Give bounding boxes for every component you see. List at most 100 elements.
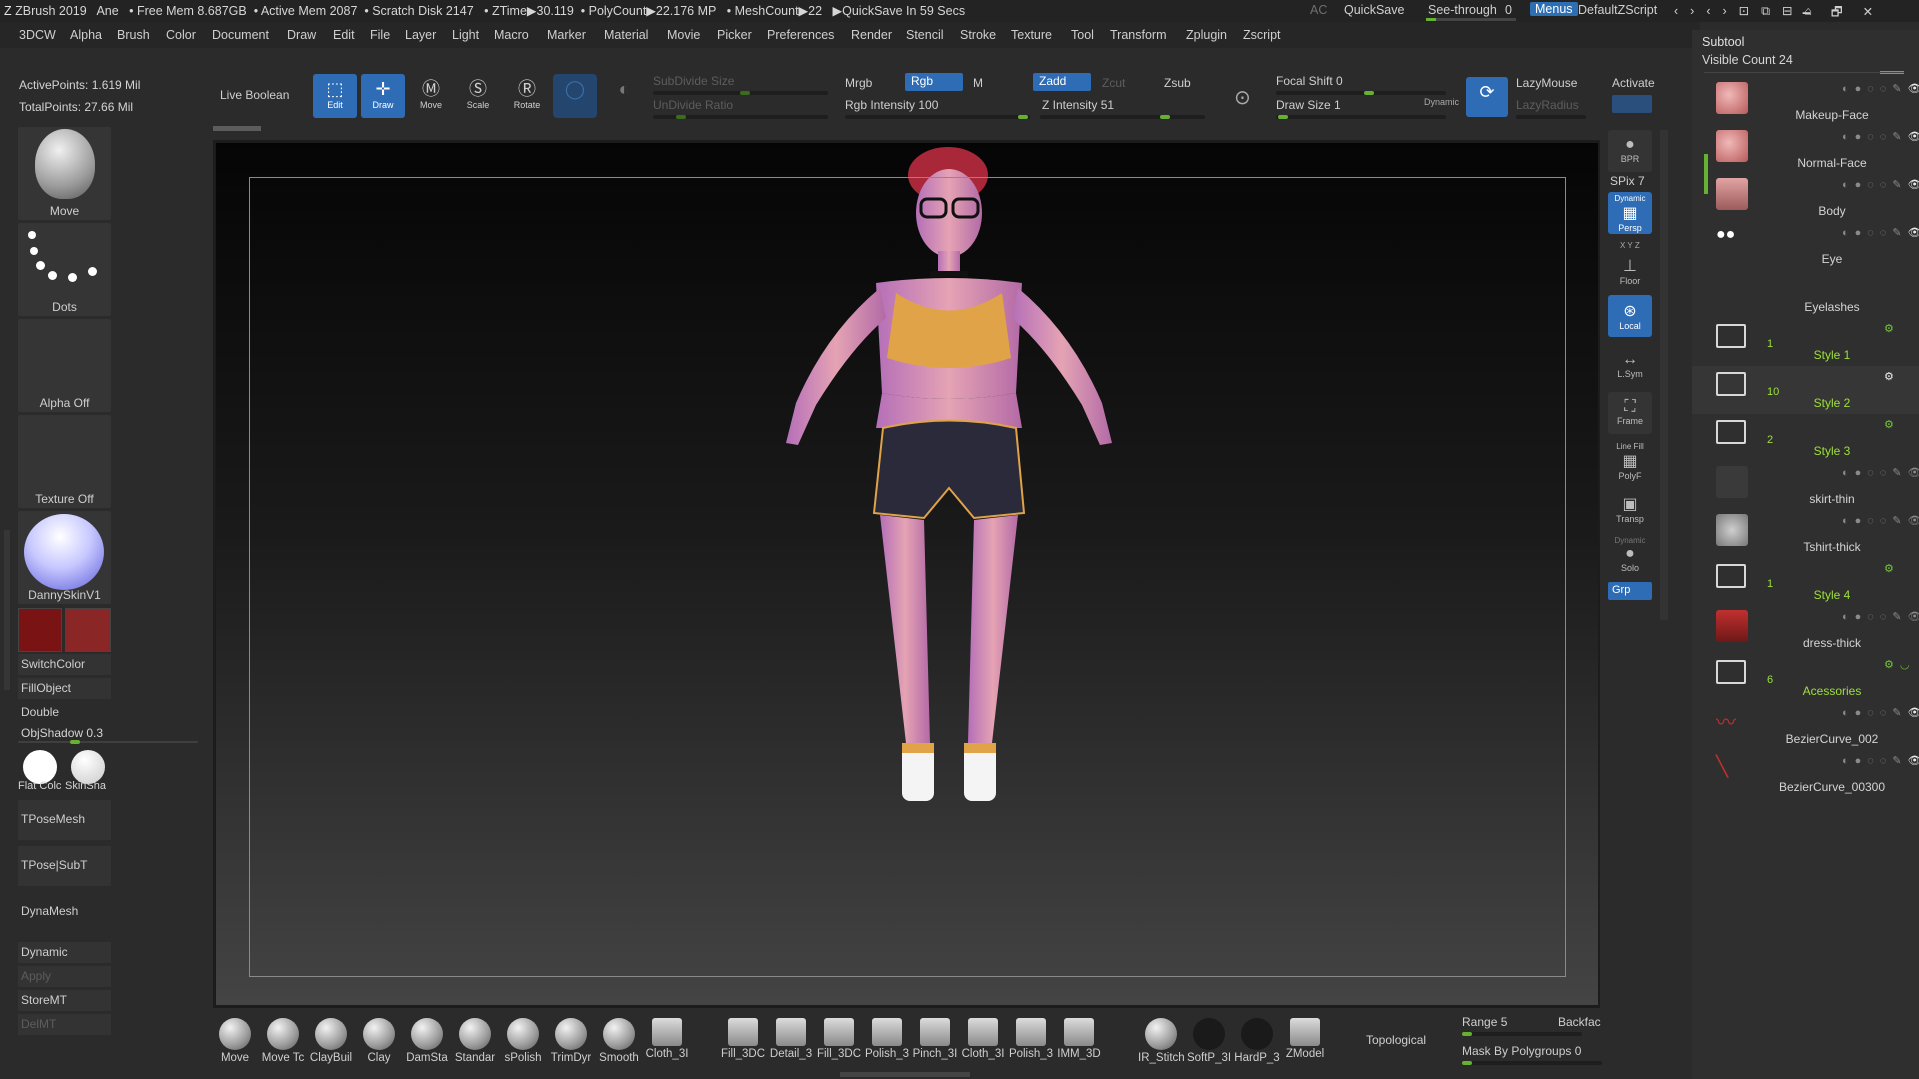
objshadow-slider[interactable] <box>18 741 198 743</box>
menu-stroke[interactable]: Stroke <box>960 28 996 42</box>
frame-button[interactable]: ⛶ Frame <box>1608 392 1652 434</box>
focal-shift-label[interactable]: Focal Shift 0 <box>1276 74 1343 88</box>
draw-button[interactable]: ✛ Draw <box>361 74 405 118</box>
brush-claybuildup[interactable]: ClayBuil <box>308 1018 354 1068</box>
subtool-item[interactable]: Eyelashes <box>1692 270 1919 318</box>
persp-button[interactable]: Dynamic ▦ Persp <box>1608 192 1652 234</box>
mask-by-polygroups-label[interactable]: Mask By Polygroups 0 <box>1462 1044 1581 1058</box>
brush-zmodeler[interactable]: ZModel <box>1282 1018 1328 1068</box>
apply-button[interactable]: Apply <box>18 966 111 987</box>
brush-spolish[interactable]: sPolish <box>500 1018 546 1068</box>
subtool-folder[interactable]: 10 ⚙ Style 2 <box>1692 366 1919 414</box>
lazyradius-label[interactable]: LazyRadius <box>1516 98 1579 112</box>
flat-color-material-icon[interactable] <box>23 750 57 784</box>
subtool-controls[interactable]: ◐●◌◌✎👁 <box>1842 754 1919 767</box>
fillobject-button[interactable]: FillObject <box>18 678 111 699</box>
mask-by-polygroups-slider[interactable] <box>1462 1061 1602 1065</box>
texture-picker[interactable]: Texture Off <box>18 415 111 508</box>
range-slider[interactable] <box>1462 1032 1582 1036</box>
menu-edit[interactable]: Edit <box>333 28 355 42</box>
brush-trimdynamic[interactable]: TrimDyr <box>548 1018 594 1068</box>
move-button[interactable]: Ⓜ Move <box>409 74 453 118</box>
draw-size-label[interactable]: Draw Size 1 <box>1276 98 1341 112</box>
left-tray-divider[interactable] <box>4 530 10 690</box>
live-boolean-button[interactable]: Live Boolean <box>220 88 289 102</box>
subtool-item[interactable]: 〰 ◐●◌◌✎👁 BezierCurve_002 <box>1692 702 1919 750</box>
undivide-ratio-label[interactable]: UnDivide Ratio <box>653 98 733 112</box>
menu-draw[interactable]: Draw <box>287 28 316 42</box>
brush-softp[interactable]: SoftP_3I <box>1186 1018 1232 1068</box>
brush-picker[interactable]: Move <box>18 127 111 220</box>
zadd-button[interactable]: Zadd <box>1033 73 1091 91</box>
subtool-folder[interactable]: 2 ⚙ Style 3 <box>1692 414 1919 462</box>
menu-document[interactable]: Document <box>212 28 269 42</box>
solo-button[interactable]: Dynamic ● Solo <box>1608 534 1652 576</box>
quicksave-button[interactable]: QuickSave <box>1344 3 1404 17</box>
activate-toggle[interactable] <box>1612 95 1652 113</box>
menu-movie[interactable]: Movie <box>667 28 700 42</box>
lazyradius-slider[interactable] <box>1516 115 1586 119</box>
menu-color[interactable]: Color <box>166 28 196 42</box>
menu-picker[interactable]: Picker <box>717 28 752 42</box>
subtool-folder[interactable]: 6 ⚙◡ Acessories <box>1692 654 1919 702</box>
brush-fill-3dc-2[interactable]: Fill_3DC <box>816 1018 862 1068</box>
visible-count[interactable]: Visible Count 24 <box>1702 53 1793 67</box>
main-color-swatch[interactable] <box>18 608 62 652</box>
lsym-button[interactable]: ↔ L.Sym <box>1608 345 1652 387</box>
brush-move-topological[interactable]: Move Tc <box>260 1018 306 1068</box>
menu-light[interactable]: Light <box>452 28 479 42</box>
edit-button[interactable]: ⬚ Edit <box>313 74 357 118</box>
objshadow-label[interactable]: ObjShadow 0.3 <box>21 726 103 740</box>
menu-zplugin[interactable]: Zplugin <box>1186 28 1227 42</box>
menu-material[interactable]: Material <box>604 28 648 42</box>
brush-damstandard[interactable]: DamSta <box>404 1018 450 1068</box>
right-shelf-divider[interactable] <box>1660 130 1668 620</box>
brush-polish-3dc[interactable]: Polish_3 <box>864 1018 910 1068</box>
gear-icon[interactable]: ⚙ <box>1884 562 1900 575</box>
subtool-controls[interactable]: ◐●◌◌✎👁 <box>1842 610 1919 623</box>
subtool-title[interactable]: Subtool <box>1702 35 1744 49</box>
subtool-controls[interactable]: ◐●◌◌✎👁 <box>1842 706 1919 719</box>
gizmo-button[interactable]: ◯ <box>553 74 597 118</box>
default-zscript-button[interactable]: DefaultZScript <box>1578 3 1657 17</box>
lazymouse-button[interactable]: ⟳ <box>1466 77 1508 117</box>
spotlight-icon[interactable]: ⊙ <box>1234 85 1251 110</box>
ac-label[interactable]: AC <box>1310 3 1327 17</box>
menu-render[interactable]: Render <box>851 28 892 42</box>
subtool-item[interactable]: ◐●◌◌✎👁 dress-thick <box>1692 606 1919 654</box>
menu-texture[interactable]: Texture <box>1011 28 1052 42</box>
gear-icon[interactable]: ⚙◡ <box>1884 658 1915 671</box>
dynamic-button[interactable]: Dynamic <box>18 942 111 963</box>
local-button[interactable]: ⊛ Local <box>1608 295 1652 337</box>
zsub-button[interactable]: Zsub <box>1164 76 1191 90</box>
subtool-item[interactable]: ◐●◌◌✎👁 Normal-Face <box>1692 126 1919 174</box>
range-label[interactable]: Range 5 <box>1462 1015 1507 1029</box>
transp-button[interactable]: ▣ Transp <box>1608 488 1652 530</box>
see-through-label[interactable]: See-through <box>1428 3 1497 17</box>
gear-icon[interactable]: ⚙ <box>1884 370 1900 383</box>
brush-ir-stitch[interactable]: IR_Stitch <box>1138 1018 1184 1068</box>
subtool-item[interactable]: ◐●◌◌✎👁 Body <box>1692 174 1919 222</box>
menu-file[interactable]: File <box>370 28 390 42</box>
material-picker[interactable]: DannySkinV1 <box>18 511 111 604</box>
grp-button[interactable]: Grp <box>1608 582 1652 600</box>
brush-cloth-3dc[interactable]: Cloth_3I <box>960 1018 1006 1068</box>
floor-button[interactable]: ⊥ Floor <box>1608 250 1652 292</box>
subtool-controls[interactable]: ◐●◌◌✎👁 <box>1842 82 1919 95</box>
menu-marker[interactable]: Marker <box>547 28 586 42</box>
subtool-item[interactable]: ●● ◐●◌◌✎👁 Eye <box>1692 222 1919 270</box>
switchcolor-button[interactable]: SwitchColor <box>18 654 111 675</box>
subtool-controls[interactable]: ◐●◌◌✎👁 <box>1842 226 1919 239</box>
draw-size-slider[interactable] <box>1276 115 1446 119</box>
skinshade-material-icon[interactable] <box>71 750 105 784</box>
solo-mode-button[interactable]: ◐ <box>602 74 646 118</box>
bottom-shelf-scroll-handle[interactable] <box>840 1072 970 1077</box>
brush-standard[interactable]: Standar <box>452 1018 498 1068</box>
menu-layer[interactable]: Layer <box>405 28 436 42</box>
dynamesh-button[interactable]: DynaMesh <box>18 892 111 932</box>
brush-polish-3dc-2[interactable]: Polish_3 <box>1008 1018 1054 1068</box>
subtool-item[interactable]: ◐●◌◌✎👁 Makeup-Face <box>1692 78 1919 126</box>
menu-tool[interactable]: Tool <box>1071 28 1094 42</box>
subtool-controls[interactable]: ◐●◌◌✎👁 <box>1842 514 1919 527</box>
brush-pinch-3dc[interactable]: Pinch_3I <box>912 1018 958 1068</box>
